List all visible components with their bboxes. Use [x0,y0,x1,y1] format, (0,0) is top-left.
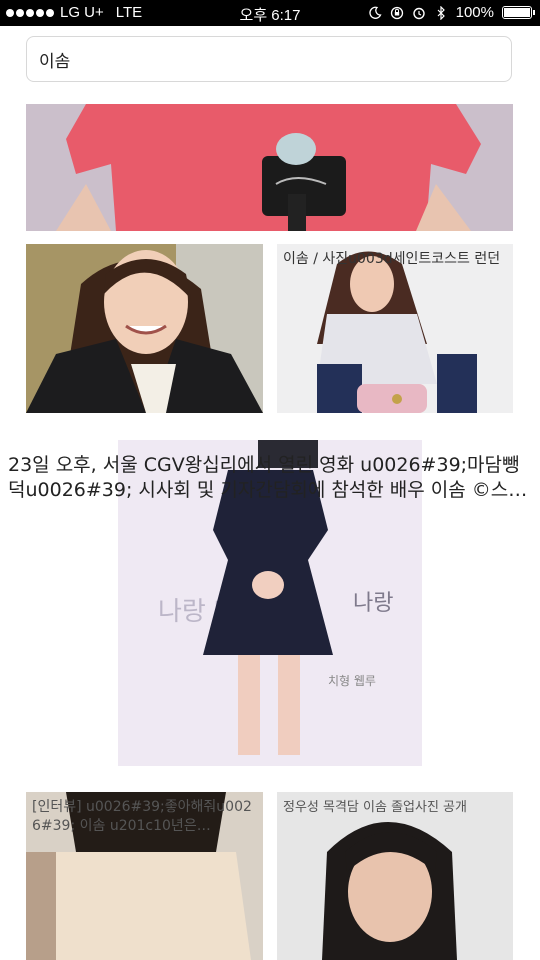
result-image-3[interactable] [277,244,513,413]
result-image-6[interactable] [277,792,513,960]
svg-text:치형 웹루: 치형 웹루 [328,674,376,688]
result-image-1-photo [26,104,513,231]
search-field[interactable] [26,36,512,82]
result-image-2[interactable] [26,244,263,413]
status-right: 100% [368,4,535,21]
result-caption-5: [인터뷰] u0026#39;좋아해줘u0026#39; 이솜 u201c10년… [32,799,252,834]
battery-percent: 100% [455,4,494,21]
battery-icon [502,6,535,19]
result-caption-4: 23일 오후, 서울 CGV왕십리에서 열린 영화 u0026#39;마담뺑덕u… [8,454,528,501]
svg-text:나랑: 나랑 [353,591,393,616]
result-image-6-photo [277,792,513,960]
search-input[interactable] [37,48,491,70]
result-image-1[interactable] [26,104,513,231]
moon-icon [368,6,382,19]
status-bar: LG U+ LTE 오후 6:17 100% [0,0,540,26]
result-image-2-photo [26,244,263,413]
result-caption-3: 이솜 / 사진u003d세인트코스트 런던 [283,251,501,267]
bluetooth-icon [437,5,445,20]
rotation-lock-icon [390,6,403,19]
result-image-3-photo [277,244,513,413]
alarm-icon [412,7,425,19]
result-caption-6: 정우성 목격담 이솜 졸업사진 공개 [283,800,467,815]
